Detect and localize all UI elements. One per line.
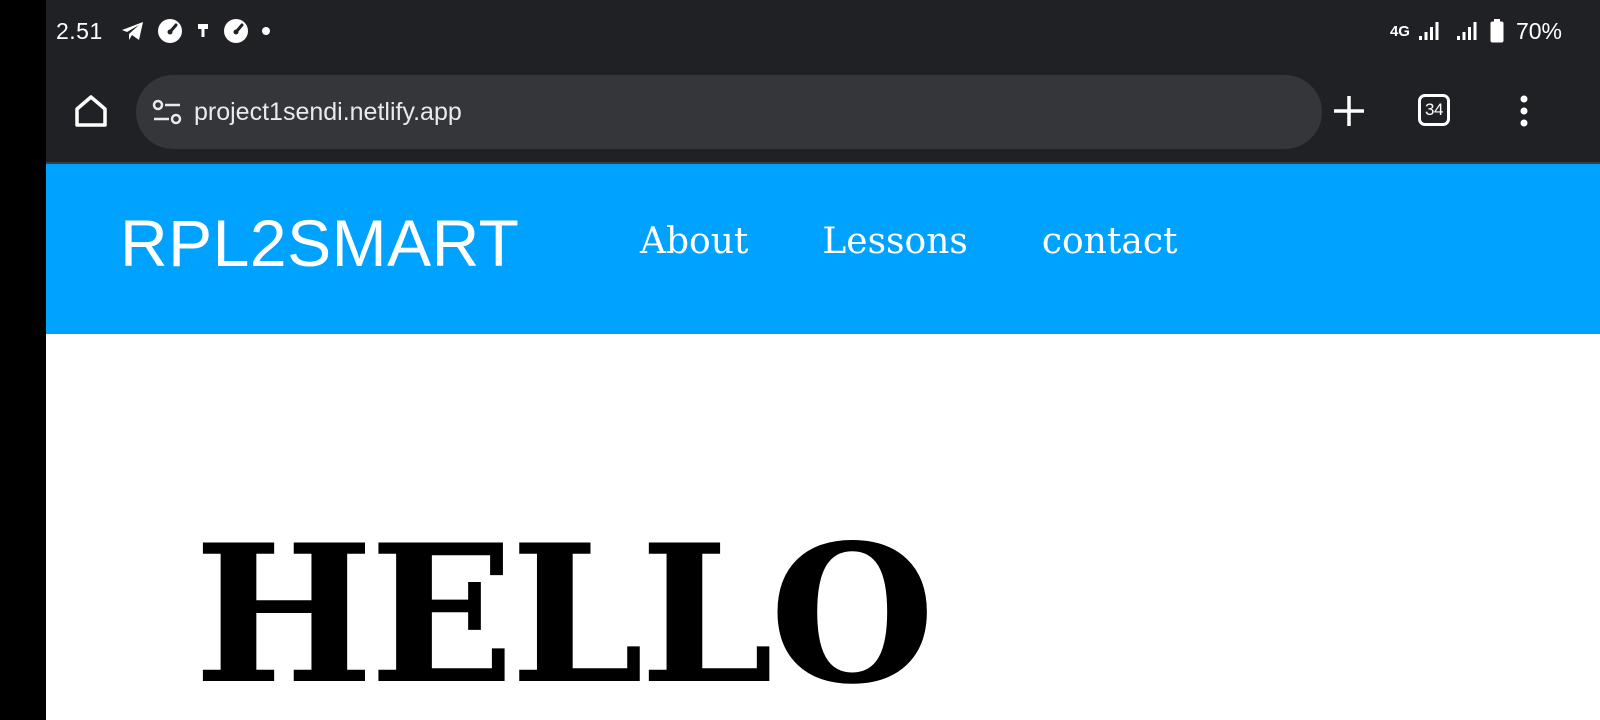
url-text[interactable]: project1sendi.netlify.app: [194, 98, 462, 127]
plus-icon[interactable]: [1328, 90, 1370, 132]
site-settings-icon[interactable]: [150, 95, 184, 129]
status-bar: 2.51 4G 70%: [46, 0, 1600, 62]
phone-screen: 2.51 4G 70% project1sendi.netlify.app 34…: [46, 0, 1600, 720]
site-logo[interactable]: RPL2SMART: [120, 210, 519, 276]
network-type: 4G: [1389, 22, 1410, 40]
battery-percent: 70%: [1515, 17, 1562, 44]
dot-icon: [261, 26, 271, 36]
more-vert-icon[interactable]: [1508, 90, 1540, 132]
hero-title: HELLO: [194, 503, 935, 720]
signal-icon: [1456, 21, 1478, 41]
nav-link-contact[interactable]: contact: [1042, 224, 1178, 260]
nav-link-about[interactable]: About: [640, 224, 748, 260]
url-bar[interactable]: project1sendi.netlify.app: [136, 75, 1322, 149]
battery-icon: [1490, 19, 1504, 43]
nav-link-lessons[interactable]: Lessons: [822, 224, 968, 260]
device-left-edge: [0, 0, 46, 720]
home-icon[interactable]: [70, 90, 112, 132]
site-header: RPL2SMART About Lessons contact: [46, 164, 1600, 334]
site-nav: About Lessons contact: [640, 224, 1177, 260]
gauge-icon: [223, 18, 249, 44]
gauge-icon: [157, 18, 183, 44]
status-left: 2.51: [56, 14, 271, 48]
browser-toolbar: project1sendi.netlify.app 34: [46, 62, 1600, 164]
usb-icon: [195, 20, 211, 42]
telegram-icon: [121, 20, 145, 42]
tabs-icon[interactable]: 34: [1418, 94, 1450, 126]
status-clock: 2.51: [56, 17, 103, 44]
signal-icon: [1418, 21, 1440, 41]
status-right: 4G 70%: [1390, 14, 1562, 48]
